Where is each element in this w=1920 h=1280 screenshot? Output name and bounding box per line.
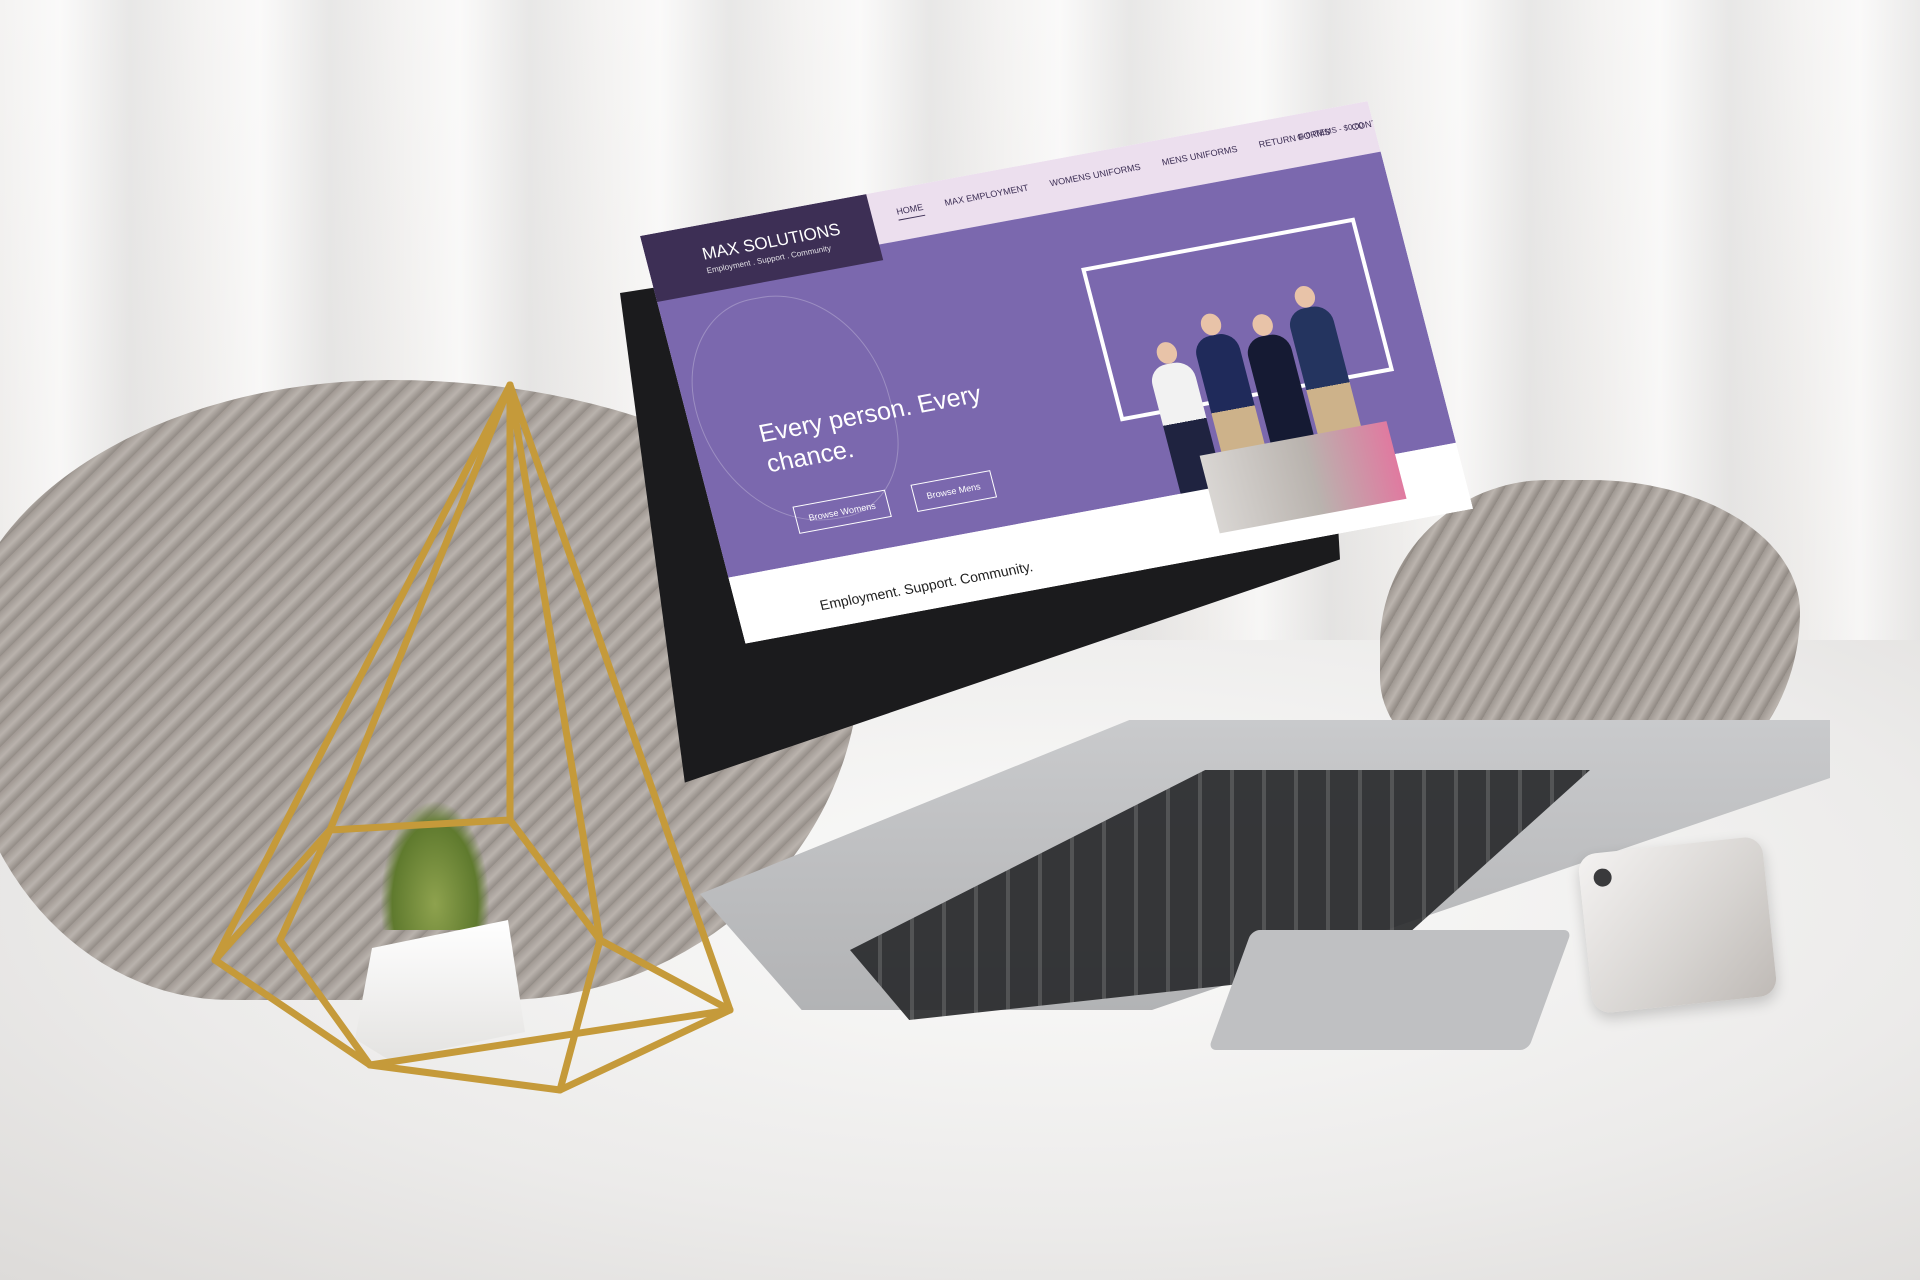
scene: HOME MAX EMPLOYMENT WOMENS UNIFORMS MENS… <box>0 0 1920 1280</box>
browse-mens-button[interactable]: Browse Mens <box>910 470 997 513</box>
thumbnail-badge <box>1350 433 1384 441</box>
phone-camera-icon <box>1592 867 1613 888</box>
nav-item-max-employment[interactable]: MAX EMPLOYMENT <box>943 183 1030 212</box>
smartphone <box>1577 835 1778 1015</box>
nav-item-mens-uniforms[interactable]: MENS UNIFORMS <box>1161 144 1240 172</box>
laptop-trackpad <box>1208 930 1572 1050</box>
gold-geometric-terrarium <box>211 381 734 1094</box>
nav-item-home[interactable]: HOME <box>895 202 926 221</box>
nav-item-womens-uniforms[interactable]: WOMENS UNIFORMS <box>1049 162 1143 192</box>
